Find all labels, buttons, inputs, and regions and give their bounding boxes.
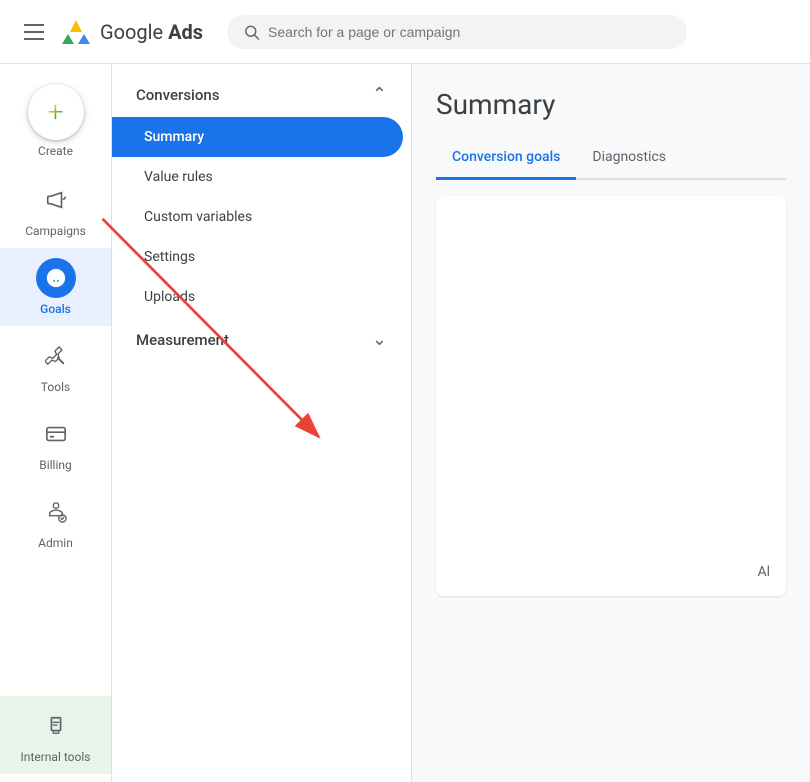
summary-label: Summary [144,129,204,145]
uploads-label: Uploads [144,289,195,305]
sub-nav-item-settings[interactable]: Settings [112,237,403,277]
sidebar-item-campaigns-label: Campaigns [25,224,86,238]
measurement-header[interactable]: Measurement ⌄ [112,317,411,362]
search-bar[interactable] [227,15,687,49]
search-icon [243,23,260,41]
logo-area: Google Ads [60,16,203,48]
internal-tools-icon [45,715,67,737]
sidebar-item-billing[interactable]: Billing [0,404,111,482]
custom-variables-label: Custom variables [144,209,252,225]
goals-icon-wrapper [36,258,76,298]
billing-icon-wrapper [36,414,76,454]
internal-tools-icon-wrapper [36,706,76,746]
tab-diagnostics-label: Diagnostics [592,149,666,165]
sub-nav-item-uploads[interactable]: Uploads [112,277,403,317]
goals-icon [45,267,67,289]
sidebar-item-campaigns[interactable]: Campaigns [0,170,111,248]
sub-nav-item-summary[interactable]: Summary [112,117,403,157]
chevron-down-icon: ⌄ [372,329,387,350]
conversions-section: Conversions ⌃ Summary Value rules Custom… [112,72,411,317]
tab-diagnostics[interactable]: Diagnostics [576,137,682,180]
sub-nav-item-value-rules[interactable]: Value rules [112,157,403,197]
value-rules-label: Value rules [144,169,213,185]
admin-icon-wrapper [36,492,76,532]
sidebar-item-tools[interactable]: Tools [0,326,111,404]
sidebar: + Create Campaigns [0,64,112,782]
conversions-header-label: Conversions [136,86,219,104]
tabs-bar: Conversion goals Diagnostics [436,137,786,180]
create-label: Create [38,144,73,158]
chevron-up-icon: ⌃ [372,84,387,105]
content-panel-text: Al [757,564,770,580]
sidebar-item-goals[interactable]: Goals [0,248,111,326]
sidebar-item-internal-tools-label: Internal tools [21,750,91,764]
sub-nav: Conversions ⌃ Summary Value rules Custom… [112,64,412,782]
plus-icon: + [48,98,64,126]
tools-icon [45,345,67,367]
sidebar-item-admin-label: Admin [38,536,73,550]
billing-icon [45,423,67,445]
create-button[interactable]: + Create [20,72,92,170]
measurement-header-label: Measurement [136,331,229,349]
header: Google Ads [0,0,810,64]
sidebar-item-goals-label: Goals [40,302,71,316]
measurement-section: Measurement ⌄ [112,317,411,362]
search-input[interactable] [268,24,671,40]
main-layout: + Create Campaigns [0,64,810,782]
settings-label: Settings [144,249,195,265]
content-area: Summary Conversion goals Diagnostics Al [412,64,810,782]
tab-conversion-goals-label: Conversion goals [452,149,560,165]
sidebar-item-internal-tools[interactable]: Internal tools [0,696,111,774]
page-title: Summary [436,88,786,121]
create-circle: + [28,84,84,140]
google-ads-logo-icon [60,16,92,48]
campaigns-icon-wrapper [36,180,76,220]
sub-nav-item-custom-variables[interactable]: Custom variables [112,197,403,237]
sidebar-item-admin[interactable]: Admin [0,482,111,560]
sidebar-item-tools-label: Tools [41,380,70,394]
hamburger-button[interactable] [16,16,52,48]
tab-conversion-goals[interactable]: Conversion goals [436,137,576,180]
sidebar-item-billing-label: Billing [39,458,72,472]
tools-icon-wrapper [36,336,76,376]
admin-icon [45,501,67,523]
campaigns-icon [45,189,67,211]
conversions-header[interactable]: Conversions ⌃ [112,72,411,117]
content-panel: Al [436,196,786,596]
logo-text: Google Ads [100,20,203,44]
